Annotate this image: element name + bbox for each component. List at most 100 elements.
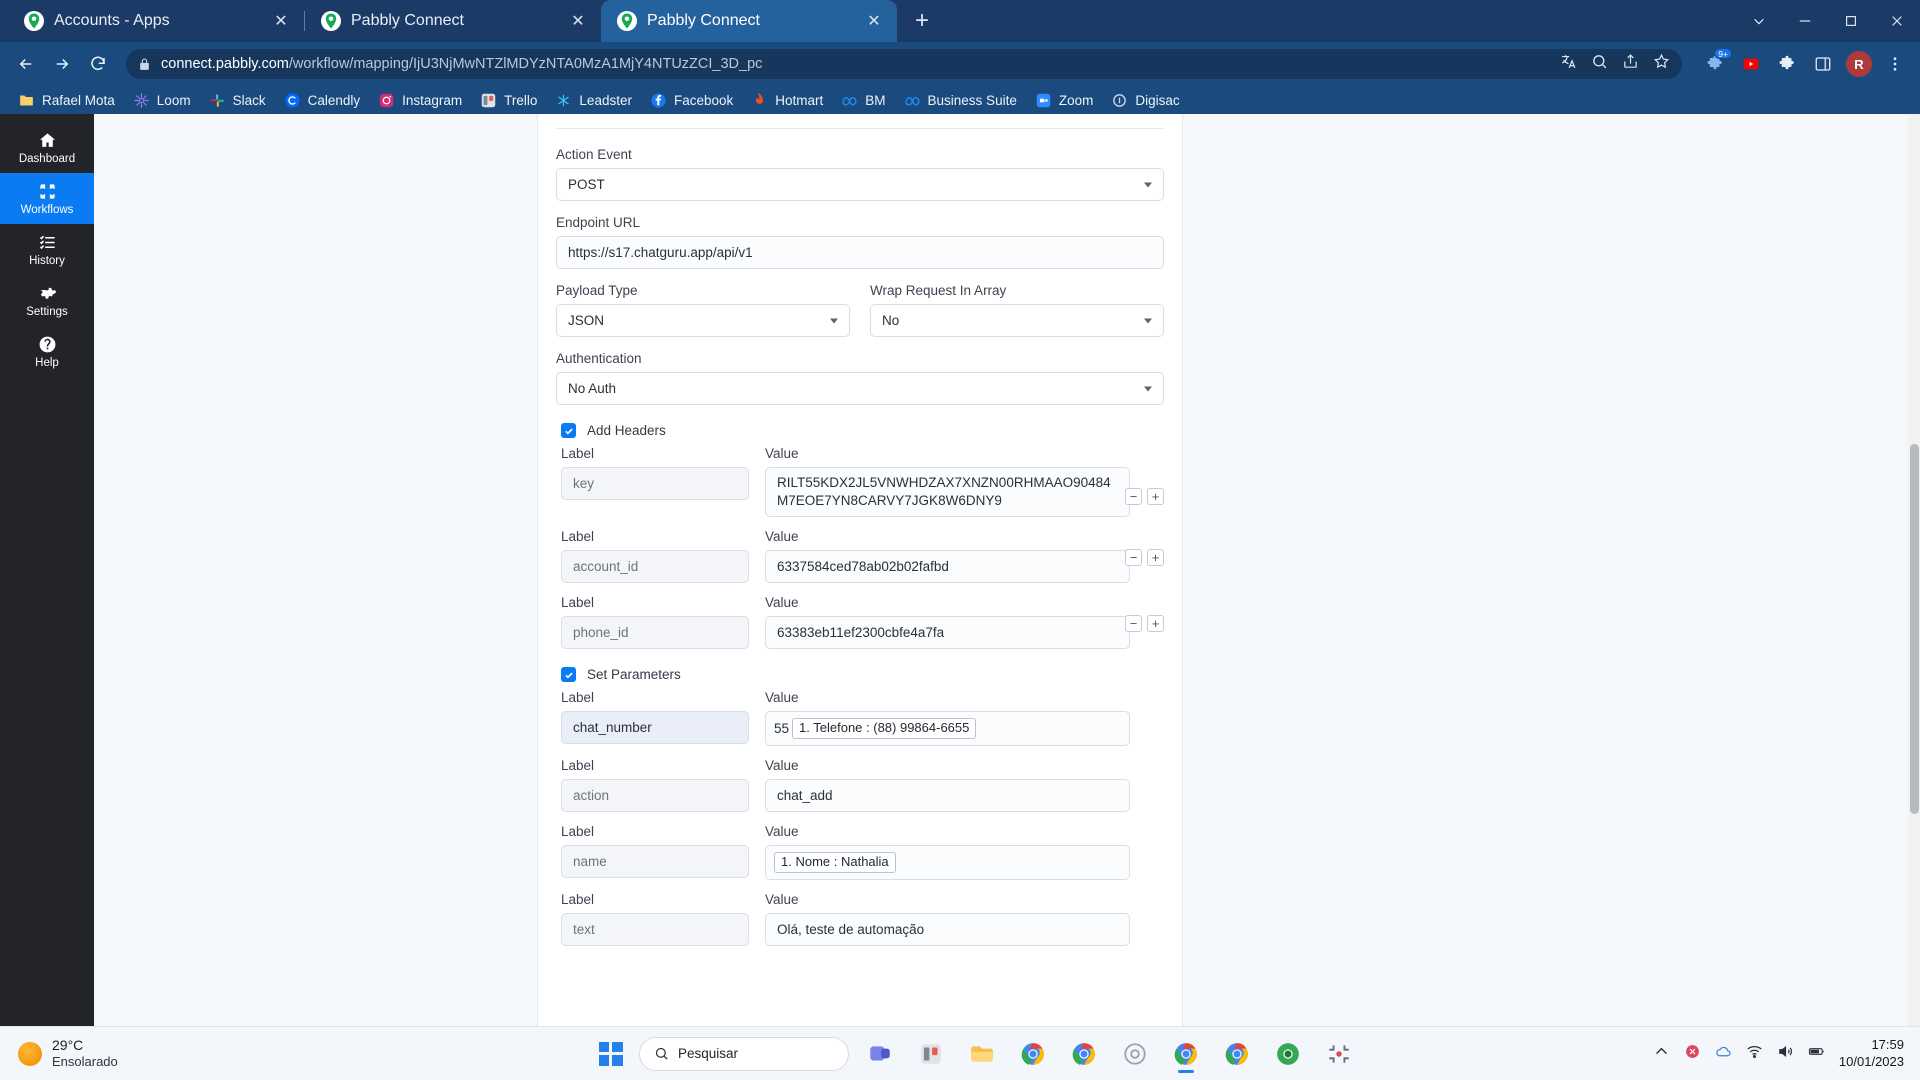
parameter-value-input[interactable]: 1. Nome : Nathalia	[765, 845, 1130, 881]
forward-arrow-icon[interactable]	[46, 48, 78, 80]
parameter-value-input[interactable]: Olá, teste de automação	[765, 913, 1130, 947]
bookmark-bm[interactable]: BM	[833, 89, 893, 112]
taskbar-app-teams[interactable]	[860, 1034, 900, 1074]
chevron-up-icon[interactable]	[1653, 1043, 1670, 1065]
bookmark-rafael-mota[interactable]: Rafael Mota	[10, 89, 123, 112]
endpoint-url-input[interactable]: https://s17.chatguru.app/api/v1	[556, 236, 1164, 269]
remove-row-button[interactable]: −	[1125, 488, 1142, 505]
remove-row-button[interactable]: −	[1125, 615, 1142, 633]
sidebar-item-help[interactable]: Help	[0, 326, 94, 377]
browser-tab-2[interactable]: Pabbly Connect ✕	[601, 0, 897, 42]
windows-start-icon[interactable]	[594, 1037, 628, 1071]
digisac-icon	[1111, 92, 1128, 109]
page-scrollbar[interactable]	[1908, 114, 1920, 1026]
set-parameters-checkbox[interactable]	[561, 667, 576, 683]
header-row-buttons: − +	[1125, 549, 1164, 567]
bookmark-business-suite[interactable]: Business Suite	[896, 89, 1025, 112]
onedrive-icon[interactable]	[1715, 1043, 1732, 1065]
parameter-label-input[interactable]: chat_number	[561, 711, 749, 745]
authentication-select[interactable]: No Auth	[556, 372, 1164, 405]
weather-widget[interactable]: 29°C Ensolarado	[0, 1037, 300, 1071]
header-label-col: Label account_id	[561, 529, 749, 584]
volume-icon[interactable]	[1777, 1043, 1794, 1065]
header-value-input[interactable]: 63383eb11ef2300cbfe4a7fa	[765, 616, 1130, 650]
translate-icon[interactable]	[1560, 53, 1577, 75]
taskbar-app-chrome-active[interactable]	[1166, 1034, 1206, 1074]
taskbar-search[interactable]: Pesquisar	[638, 1036, 849, 1071]
taskbar-app-chrome-3[interactable]	[1217, 1034, 1257, 1074]
header-value-input[interactable]: RILT55KDX2JL5VNWHDZAX7XNZN00RHMAAO90484M…	[765, 467, 1130, 518]
wifi-icon[interactable]	[1746, 1043, 1763, 1065]
add-row-button[interactable]: +	[1147, 488, 1164, 505]
add-row-button[interactable]: +	[1147, 549, 1164, 567]
add-headers-checkbox[interactable]	[561, 423, 576, 438]
action-event-select[interactable]: POST	[556, 168, 1164, 201]
mapped-value-chip[interactable]: 1. Nome : Nathalia	[774, 852, 896, 874]
parameter-value-input[interactable]: chat_add	[765, 779, 1130, 813]
close-icon[interactable]: ✕	[270, 10, 292, 32]
puzzle-extension-icon[interactable]	[1772, 49, 1802, 79]
taskbar-app-trello[interactable]	[911, 1034, 951, 1074]
sidebar-item-dashboard[interactable]: Dashboard	[0, 122, 94, 173]
bookmark-digisac[interactable]: Digisac	[1103, 89, 1187, 112]
taskbar-app-chrome-canary[interactable]	[1115, 1034, 1155, 1074]
bookmark-slack[interactable]: Slack	[201, 89, 274, 112]
mapped-value-chip[interactable]: 1. Telefone : (88) 99864-6655	[792, 718, 977, 740]
star-icon[interactable]	[1653, 53, 1670, 75]
payload-type-select[interactable]: JSON	[556, 304, 850, 337]
taskbar-clock[interactable]: 17:59 10/01/2023	[1839, 1037, 1904, 1070]
parameter-value-input[interactable]: 55 1. Telefone : (88) 99864-6655	[765, 711, 1130, 747]
sidebar-item-workflows[interactable]: Workflows	[0, 173, 94, 224]
add-row-button[interactable]: +	[1147, 615, 1164, 633]
notification-error-icon[interactable]	[1684, 1043, 1701, 1065]
sidebar-item-settings[interactable]: Settings	[0, 275, 94, 326]
parameter-label-input[interactable]: text	[561, 913, 749, 947]
share-icon[interactable]	[1622, 53, 1639, 75]
avatar[interactable]: R	[1844, 49, 1874, 79]
header-label-input[interactable]: phone_id	[561, 616, 749, 650]
header-value-input[interactable]: 6337584ced78ab02b02fafbd	[765, 550, 1130, 584]
maximize-icon[interactable]	[1828, 0, 1874, 42]
header-label-input[interactable]: account_id	[561, 550, 749, 584]
close-icon[interactable]: ✕	[567, 10, 589, 32]
parameter-label-input[interactable]: action	[561, 779, 749, 813]
add-headers-checkbox-row[interactable]: Add Headers	[561, 423, 1164, 438]
search-icon[interactable]	[1591, 53, 1608, 75]
chevron-down-icon[interactable]	[1736, 0, 1782, 42]
column-header-value: Value	[765, 892, 799, 908]
taskbar-app-chrome-2[interactable]	[1064, 1034, 1104, 1074]
sidepanel-icon[interactable]	[1808, 49, 1838, 79]
bookmark-hotmart[interactable]: Hotmart	[743, 89, 831, 112]
set-parameters-checkbox-row[interactable]: Set Parameters	[561, 667, 1164, 683]
bookmark-leadster[interactable]: Leadster	[547, 89, 640, 112]
new-tab-button[interactable]: +	[905, 4, 939, 38]
browser-tab-0[interactable]: Accounts - Apps ✕	[8, 0, 304, 42]
close-icon[interactable]: ✕	[863, 10, 885, 32]
taskbar-app-snip-tool[interactable]	[1319, 1034, 1359, 1074]
bookmark-trello[interactable]: Trello	[472, 89, 545, 112]
browser-tab-1[interactable]: Pabbly Connect ✕	[305, 0, 601, 42]
bookmark-loom[interactable]: Loom	[125, 89, 199, 112]
reload-icon[interactable]	[82, 48, 114, 80]
bookmark-instagram[interactable]: Instagram	[370, 89, 470, 112]
bookmark-zoom[interactable]: Zoom	[1027, 89, 1102, 112]
bookmark-calendly[interactable]: Calendly	[276, 89, 369, 112]
parameter-label-input[interactable]: name	[561, 845, 749, 879]
taskbar-app-chrome-1[interactable]	[1013, 1034, 1053, 1074]
taskbar-app-file-explorer[interactable]	[962, 1034, 1002, 1074]
taskbar-app-chrome-green[interactable]	[1268, 1034, 1308, 1074]
close-icon[interactable]	[1874, 0, 1920, 42]
battery-icon[interactable]	[1808, 1043, 1825, 1065]
wrap-request-select[interactable]: No	[870, 304, 1164, 337]
more-vertical-icon[interactable]	[1880, 49, 1910, 79]
youtube-icon[interactable]	[1736, 49, 1766, 79]
address-bar[interactable]: connect.pabbly.com/workflow/mapping/IjU3…	[126, 49, 1682, 79]
header-label-input[interactable]: key	[561, 467, 749, 500]
back-arrow-icon[interactable]	[10, 48, 42, 80]
minimize-icon[interactable]	[1782, 0, 1828, 42]
puzzle-extension-icon[interactable]: 9+	[1700, 48, 1732, 79]
scrollbar-thumb[interactable]	[1910, 444, 1919, 814]
remove-row-button[interactable]: −	[1125, 549, 1142, 567]
sidebar-item-history[interactable]: History	[0, 224, 94, 275]
bookmark-facebook[interactable]: Facebook	[642, 89, 741, 112]
